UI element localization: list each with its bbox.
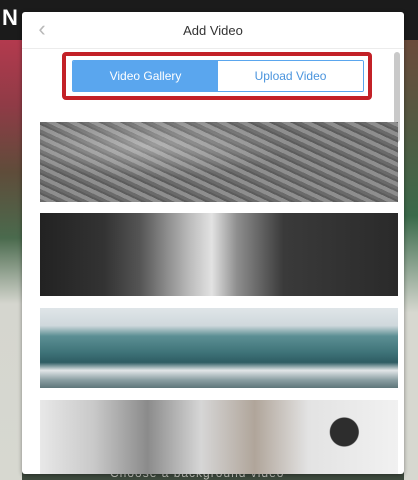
background-left-strip: [0, 40, 22, 480]
background-app-letter: N: [2, 5, 18, 30]
tab-video-gallery[interactable]: Video Gallery: [73, 61, 218, 91]
add-video-modal: ‹ Add Video Video Gallery Upload Video: [22, 12, 404, 474]
background-right-strip: [404, 40, 418, 480]
modal-title: Add Video: [183, 23, 243, 38]
video-thumbnail-office-people[interactable]: [40, 400, 398, 474]
video-thumbnail-city-street[interactable]: [40, 213, 398, 296]
video-thumbnail-ocean-waves[interactable]: [40, 308, 398, 388]
source-segmented-control: Video Gallery Upload Video: [72, 60, 364, 92]
tab-upload-video[interactable]: Upload Video: [218, 61, 363, 91]
video-thumbnail-snowy-branches[interactable]: [40, 122, 398, 202]
modal-header: ‹ Add Video: [22, 12, 404, 49]
